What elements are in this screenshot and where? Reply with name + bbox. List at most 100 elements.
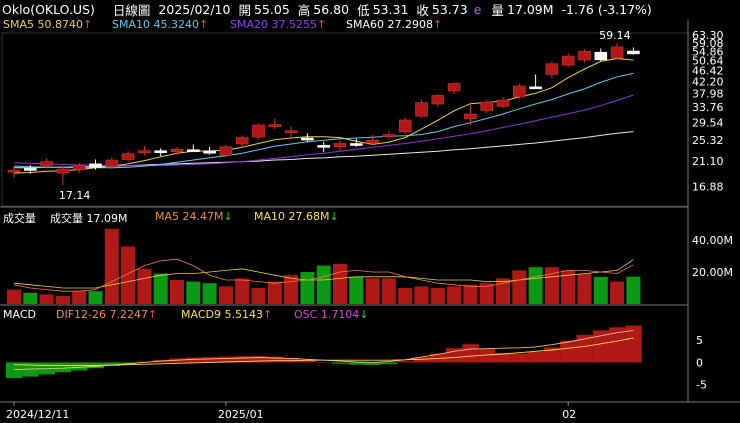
osc-bar <box>332 362 349 364</box>
price-tick-label: 16.88 <box>692 181 724 194</box>
volume-bar <box>55 296 70 304</box>
volume-bar <box>170 280 184 304</box>
x-tick-label: 2025/01 <box>218 408 264 421</box>
volume-bar <box>104 228 119 304</box>
candle-body <box>7 169 21 173</box>
osc-bar <box>592 330 610 363</box>
osc-bar <box>315 362 332 363</box>
osc-bar <box>397 361 414 363</box>
price-tick-label: 42.20 <box>692 76 724 89</box>
x-tick-label: 2024/12/11 <box>6 408 69 421</box>
candle-body <box>203 150 216 154</box>
candle-body <box>431 95 445 105</box>
volume-bar <box>610 281 625 304</box>
volume-bar <box>349 276 364 304</box>
candle-body <box>235 137 249 145</box>
candle-body <box>349 143 363 146</box>
price-tick-label: 29.54 <box>692 117 724 130</box>
volume-bar <box>447 286 462 304</box>
volume-bar <box>88 291 103 304</box>
price-tick-label: 21.10 <box>692 155 724 168</box>
volume-bar <box>528 267 543 304</box>
candle-body <box>415 102 428 117</box>
osc-bar <box>511 353 528 363</box>
candle-body <box>170 148 184 153</box>
volume-bar <box>251 288 266 304</box>
candle-body <box>578 51 591 61</box>
volume-bar <box>267 281 282 304</box>
candle-body <box>496 99 510 107</box>
volume-bar <box>23 292 38 304</box>
volume-bar <box>153 273 168 304</box>
volume-bar <box>137 268 152 304</box>
candle-body <box>317 145 331 148</box>
candle-body <box>512 85 526 98</box>
candle-body <box>89 163 102 168</box>
candle-body <box>529 86 542 90</box>
candle-body <box>284 130 298 134</box>
candle-body <box>72 165 86 170</box>
volume-bar <box>430 288 445 304</box>
candle-body <box>398 119 412 133</box>
candle-body <box>252 124 265 138</box>
osc-bar <box>380 362 398 365</box>
candle-body <box>561 55 575 66</box>
volume-bar <box>72 291 87 304</box>
volume-bar <box>365 278 380 304</box>
sma20-line <box>13 94 634 167</box>
macd-tick-label: 5 <box>696 334 703 347</box>
volume-bar <box>202 283 217 304</box>
candle-body <box>40 161 53 166</box>
price-tick-label: 37.98 <box>692 88 724 101</box>
candle-body <box>627 50 640 55</box>
candle-body <box>480 101 494 111</box>
osc-bar <box>462 344 479 363</box>
candle-body <box>23 168 37 171</box>
sma5-line <box>13 57 634 174</box>
volume-bar <box>398 288 413 304</box>
price-tick-label: 25.32 <box>692 134 724 147</box>
volume-tick-label: 40.00M <box>692 234 733 247</box>
volume-bar <box>7 289 21 304</box>
osc-bar <box>364 362 381 366</box>
osc-bar <box>71 362 88 371</box>
candle-body <box>105 159 119 167</box>
volume-bar <box>463 284 478 304</box>
osc-bar <box>348 362 365 365</box>
candle-body <box>301 137 314 141</box>
volume-bar <box>593 276 608 304</box>
candle-body <box>447 83 461 92</box>
x-tick-label: 02 <box>562 408 576 421</box>
high-annotation: 59.14 <box>599 29 631 42</box>
candle-body <box>464 113 477 120</box>
volume-bar <box>626 276 641 304</box>
volume-tick-label: 20.00M <box>692 266 733 279</box>
candle-body <box>56 168 70 174</box>
candle-body <box>154 150 167 154</box>
candle-body <box>594 51 608 61</box>
volume-bar <box>300 272 315 304</box>
osc-bar <box>201 357 218 363</box>
osc-bar <box>560 340 577 363</box>
candle-body <box>610 46 624 59</box>
volume-bar <box>316 265 331 304</box>
volume-bar <box>218 286 233 304</box>
candle-body <box>187 149 200 153</box>
volume-bar <box>235 278 250 304</box>
low-annotation: 17.14 <box>59 189 91 202</box>
candle-body <box>219 146 233 156</box>
candle-body <box>545 63 559 75</box>
price-tick-label: 33.76 <box>692 101 724 114</box>
stock-chart[interactable]: 63.3059.0854.8650.6446.4242.2037.9833.76… <box>0 0 740 423</box>
osc-bar <box>527 351 544 363</box>
candle-body <box>366 139 379 144</box>
volume-bar <box>333 264 347 304</box>
candle-body <box>268 124 282 127</box>
macd-tick-label: 0 <box>696 356 703 369</box>
volume-bar <box>577 273 592 304</box>
osc-bar <box>54 362 72 373</box>
volume-bar <box>512 270 527 304</box>
macd-tick-label: -5 <box>696 379 707 392</box>
volume-bar <box>381 278 396 304</box>
volume-bar <box>121 246 136 304</box>
